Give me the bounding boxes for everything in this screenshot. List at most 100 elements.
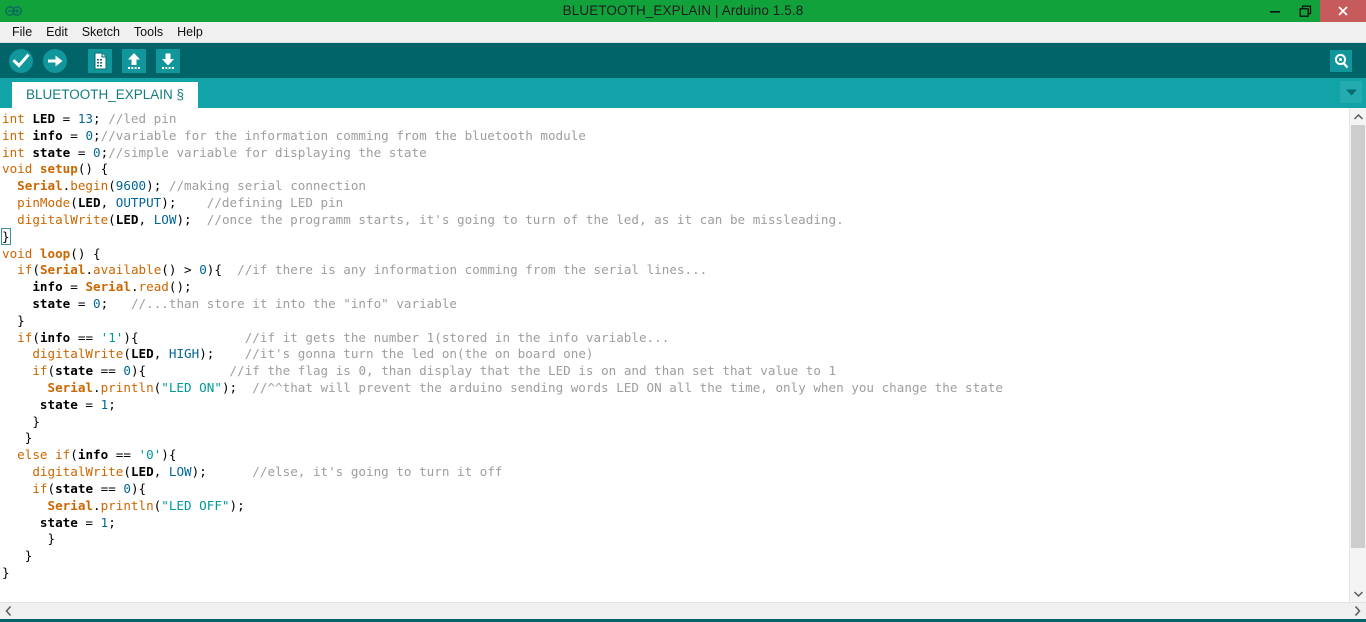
code-line: info = Serial.read();: [0, 279, 1349, 296]
code-token: =: [77, 396, 101, 412]
code-line: if(Serial.available() > 0){ //if there i…: [0, 262, 1349, 279]
code-token: }: [2, 564, 10, 580]
code-token: .: [93, 497, 101, 513]
chevron-up-icon: [1353, 113, 1363, 120]
code-token: (: [123, 346, 131, 362]
code-token: 0: [199, 262, 207, 278]
code-token: void: [2, 161, 40, 177]
code-token: ,: [100, 195, 116, 211]
code-editor[interactable]: int LED = 13; //led pin int info = 0;//va…: [0, 108, 1349, 602]
menu-item-file[interactable]: File: [5, 23, 39, 42]
serial-monitor-button[interactable]: [1327, 47, 1354, 74]
menu-item-help[interactable]: Help: [170, 23, 210, 42]
code-token: if: [17, 329, 33, 345]
code-token: "LED OFF": [161, 497, 230, 513]
code-token: println: [100, 380, 154, 395]
window-controls: [1260, 0, 1366, 22]
code-token: //variable for the information comming f…: [100, 127, 586, 143]
menu-bar: File Edit Sketch Tools Help: [0, 22, 1366, 43]
code-token: LED: [130, 464, 154, 480]
code-token: () {: [77, 161, 109, 177]
code-token: =: [62, 279, 86, 295]
menu-item-tools[interactable]: Tools: [127, 23, 170, 42]
code-token: loop: [39, 245, 71, 261]
arrow-up-tray-icon: [121, 48, 146, 73]
code-line: pinMode(LED, OUTPUT); //defining LED pin: [0, 195, 1349, 212]
scroll-right-button[interactable]: [1349, 603, 1366, 619]
tab-bluetooth-explain[interactable]: BLUETOOTH_EXPLAIN §: [12, 82, 199, 108]
code-line: digitalWrite(LED, LOW); //else, it's goi…: [0, 464, 1349, 481]
code-token: ;: [93, 127, 101, 143]
scroll-left-button[interactable]: [0, 603, 17, 619]
new-button[interactable]: [86, 47, 113, 74]
close-button[interactable]: [1320, 0, 1366, 22]
horizontal-scroll-track[interactable]: [17, 603, 1349, 619]
tab-menu-button[interactable]: [1340, 81, 1362, 103]
code-token: digitalWrite: [32, 346, 124, 362]
code-token: }: [2, 413, 40, 429]
vertical-scroll-thumb[interactable]: [1351, 125, 1365, 549]
horizontal-scrollbar[interactable]: [0, 602, 1366, 619]
code-line: state = 1;: [0, 397, 1349, 414]
code-token: Serial: [39, 262, 86, 278]
code-token: .: [85, 262, 94, 278]
code-token: ==: [93, 363, 124, 379]
code-token: ,: [138, 211, 154, 227]
code-token: //^^that will prevent the arduino sendin…: [252, 380, 1003, 395]
code-token: ;: [93, 111, 109, 126]
code-token: 0: [93, 144, 101, 160]
code-token: 9600: [115, 178, 147, 194]
code-line: }: [0, 414, 1349, 431]
code-token: );: [221, 380, 253, 395]
code-line: Serial.begin(9600); //making serial conn…: [0, 178, 1349, 195]
code-token: else: [17, 447, 56, 463]
code-line: if(info == '1'){ //if it gets the number…: [0, 330, 1349, 347]
save-button[interactable]: [154, 47, 181, 74]
scroll-up-button[interactable]: [1350, 108, 1366, 125]
code-token: ){: [161, 447, 177, 463]
code-token: setup: [39, 161, 78, 177]
restore-icon: [1299, 5, 1311, 17]
code-token: ==: [70, 329, 101, 345]
minimize-icon: [1270, 11, 1280, 13]
code-token: 0: [93, 295, 101, 311]
code-line: }: [0, 531, 1349, 548]
code-line: Serial.println("LED ON"); //^^that will …: [0, 380, 1349, 397]
code-token: info: [32, 279, 63, 295]
verify-button[interactable]: [7, 47, 34, 74]
scroll-down-button[interactable]: [1350, 585, 1366, 602]
code-token: //...than store it into the "info" varia…: [130, 295, 457, 311]
code-token: );: [199, 346, 245, 362]
code-token: );: [191, 464, 253, 480]
code-token: ){: [123, 329, 245, 345]
code-token: //if it gets the number 1(stored in the …: [244, 329, 670, 345]
code-token: //else, it's going to turn it off: [252, 464, 503, 480]
code-token: ){: [130, 363, 230, 379]
minimize-button[interactable]: [1260, 0, 1290, 22]
vertical-scroll-track[interactable]: [1350, 125, 1366, 585]
code-token: }: [2, 430, 33, 446]
title-bar: BLUETOOTH_EXPLAIN | Arduino 1.5.8: [0, 0, 1366, 22]
toolbar: [0, 43, 1366, 78]
upload-button[interactable]: [41, 47, 68, 74]
menu-item-sketch[interactable]: Sketch: [75, 23, 127, 42]
code-token: 0: [123, 363, 131, 379]
code-token: //led pin: [108, 111, 177, 126]
code-token: =: [55, 111, 78, 126]
menu-item-edit[interactable]: Edit: [39, 23, 75, 42]
vertical-scrollbar[interactable]: [1349, 108, 1366, 602]
tab-bar: BLUETOOTH_EXPLAIN §: [0, 78, 1366, 108]
code-token: "LED ON": [161, 380, 222, 395]
restore-button[interactable]: [1290, 0, 1320, 22]
open-button[interactable]: [120, 47, 147, 74]
code-token: ){: [206, 262, 238, 278]
code-token: 0: [85, 127, 94, 143]
code-token: int: [2, 144, 33, 160]
code-token: LED: [115, 211, 139, 227]
code-token: int: [2, 127, 33, 143]
code-token: (: [108, 178, 116, 194]
